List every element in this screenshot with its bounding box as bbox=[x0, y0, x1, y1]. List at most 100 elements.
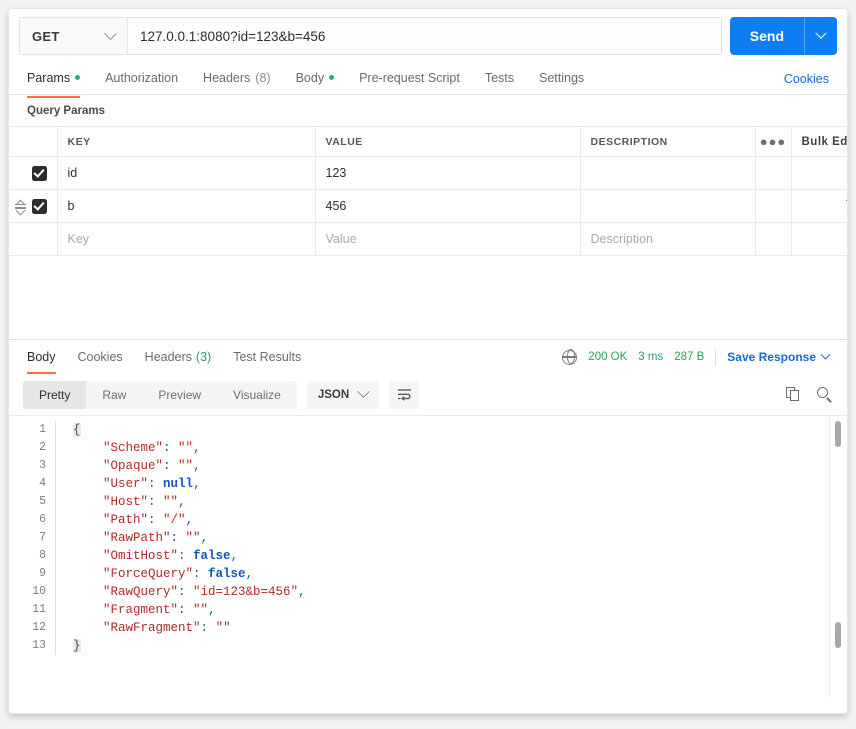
tab-headers-count: (8) bbox=[255, 70, 271, 85]
tab-authorization[interactable]: Authorization bbox=[105, 63, 178, 94]
column-options[interactable]: ●●● bbox=[755, 126, 792, 157]
code-line-text: "RawFragment": "" bbox=[103, 621, 231, 635]
tab-settings-label: Settings bbox=[539, 70, 585, 85]
row-enabled-checkbox[interactable] bbox=[31, 198, 47, 214]
tab-settings[interactable]: Settings bbox=[539, 63, 584, 94]
tab-pre-request-script[interactable]: Pre-request Script bbox=[359, 63, 460, 94]
row-value-value: 123 bbox=[325, 166, 347, 180]
line-number: 12 bbox=[32, 621, 46, 634]
code-line: 11 "Fragment": "", bbox=[9, 601, 847, 619]
new-row-description-input[interactable]: Description bbox=[580, 222, 756, 256]
code-line: 13} bbox=[9, 637, 847, 655]
code-gutter-rule bbox=[55, 475, 56, 493]
modified-dot-icon bbox=[75, 75, 81, 80]
code-line: 3 "Opaque": "", bbox=[9, 457, 847, 475]
row-description-cell[interactable] bbox=[580, 189, 756, 223]
code-gutter-rule bbox=[55, 637, 56, 655]
response-meta: 200 OK 3 ms 287 B Save Response bbox=[561, 348, 831, 366]
code-gutter-rule bbox=[55, 439, 56, 457]
code-line-text: "RawQuery": "id=123&b=456", bbox=[103, 585, 306, 599]
line-number: 10 bbox=[32, 585, 46, 598]
line-number: 4 bbox=[39, 477, 46, 490]
tab-tests[interactable]: Tests bbox=[485, 63, 514, 94]
text-wrap-icon bbox=[397, 389, 411, 401]
tab-tests-label: Tests bbox=[484, 70, 514, 85]
code-gutter-rule bbox=[55, 547, 56, 565]
view-preview-button[interactable]: Preview bbox=[142, 381, 217, 409]
search-icon[interactable] bbox=[817, 386, 833, 403]
code-lines[interactable]: 1{2 "Scheme": "", 3 "Opaque": "", 4 "User"… bbox=[9, 415, 847, 655]
row-description-cell[interactable] bbox=[580, 156, 756, 190]
new-row-key-input[interactable]: Key bbox=[57, 222, 316, 256]
row-value-cell[interactable]: 456 bbox=[315, 189, 581, 223]
http-method-select[interactable]: GET bbox=[20, 18, 128, 54]
code-line-text: "Path": "/", bbox=[103, 513, 194, 527]
code-pane-top-rule bbox=[9, 415, 847, 416]
drag-handle-icon[interactable] bbox=[14, 199, 26, 213]
copy-icon[interactable] bbox=[786, 387, 801, 402]
url-input[interactable]: 127.0.0.1:8080?id=123&b=456 bbox=[128, 18, 721, 54]
response-tab-body-label: Body bbox=[27, 350, 56, 364]
response-format-toolbar: Pretty Raw Preview Visualize JSON bbox=[9, 374, 847, 415]
view-pretty-button[interactable]: Pretty bbox=[23, 380, 87, 409]
row-key-cell[interactable]: b bbox=[57, 189, 316, 223]
code-line: 4 "User": null, bbox=[9, 475, 847, 493]
table-row: b 456 bbox=[9, 189, 847, 223]
row-enabled-checkbox[interactable] bbox=[31, 165, 47, 181]
table-row-new: Key Value Description bbox=[9, 222, 847, 256]
send-options-button[interactable] bbox=[804, 17, 837, 55]
code-line: 2 "Scheme": "", bbox=[9, 439, 847, 457]
view-visualize-button[interactable]: Visualize bbox=[217, 381, 297, 409]
tab-params[interactable]: Params bbox=[27, 63, 81, 98]
code-gutter-rule bbox=[55, 493, 56, 511]
column-checkbox bbox=[9, 126, 58, 157]
view-raw-button[interactable]: Raw bbox=[86, 381, 142, 409]
response-tab-test-results[interactable]: Test Results bbox=[233, 340, 301, 374]
url-input-value: 127.0.0.1:8080?id=123&b=456 bbox=[140, 28, 326, 44]
row-key-value: b bbox=[67, 199, 75, 213]
save-response-button[interactable]: Save Response bbox=[727, 349, 831, 364]
response-tab-headers[interactable]: Headers (3) bbox=[145, 340, 212, 374]
row-spacer-cell bbox=[755, 156, 792, 190]
line-number: 13 bbox=[32, 639, 46, 652]
bulk-edit-button[interactable]: Bulk Edit bbox=[791, 126, 847, 157]
row-key-cell[interactable]: id bbox=[57, 156, 316, 190]
code-scrollbar-thumb-top[interactable] bbox=[835, 421, 841, 447]
code-line-text: "User": null, bbox=[103, 477, 201, 491]
response-tab-body[interactable]: Body bbox=[27, 340, 56, 374]
response-tab-cookies[interactable]: Cookies bbox=[78, 340, 123, 374]
tab-body[interactable]: Body bbox=[296, 63, 335, 94]
code-scrollbar[interactable] bbox=[835, 415, 841, 697]
line-number: 3 bbox=[39, 459, 46, 472]
tab-headers-label: Headers bbox=[203, 70, 251, 85]
response-bottom-area bbox=[9, 697, 847, 713]
row-actions-cell bbox=[791, 222, 847, 256]
chevron-down-icon bbox=[357, 385, 371, 399]
query-params-table: KEY VALUE DESCRIPTION ●●● Bulk Edit bbox=[9, 126, 847, 256]
code-gutter-rule bbox=[55, 457, 56, 475]
wrap-lines-button[interactable] bbox=[389, 380, 420, 409]
params-empty-area bbox=[9, 256, 847, 339]
row-spacer-cell bbox=[755, 189, 792, 223]
row-actions-cell bbox=[791, 189, 847, 223]
line-number: 6 bbox=[39, 513, 46, 526]
send-button[interactable]: Send bbox=[729, 17, 804, 55]
cookies-link[interactable]: Cookies bbox=[784, 63, 829, 94]
code-scrollbar-thumb-bottom[interactable] bbox=[835, 622, 841, 648]
trash-icon[interactable] bbox=[846, 199, 847, 214]
table-row: id 123 bbox=[9, 156, 847, 190]
tab-headers[interactable]: Headers (8) bbox=[203, 63, 271, 94]
chevron-down-icon bbox=[815, 27, 827, 39]
response-tab-test-results-label: Test Results bbox=[233, 350, 302, 364]
code-pane-right-rule bbox=[829, 415, 830, 697]
code-line: 8 "OmitHost": false, bbox=[9, 547, 847, 565]
response-view-segmented: Pretty Raw Preview Visualize bbox=[23, 380, 297, 409]
response-language-label: JSON bbox=[317, 388, 350, 401]
row-value-cell[interactable]: 123 bbox=[315, 156, 581, 190]
response-language-select[interactable]: JSON bbox=[306, 380, 380, 409]
new-row-value-input[interactable]: Value bbox=[315, 222, 581, 256]
line-number: 8 bbox=[39, 549, 46, 562]
query-params-title: Query Params bbox=[27, 105, 105, 117]
code-line: 6 "Path": "/", bbox=[9, 511, 847, 529]
code-gutter-rule bbox=[55, 619, 56, 637]
